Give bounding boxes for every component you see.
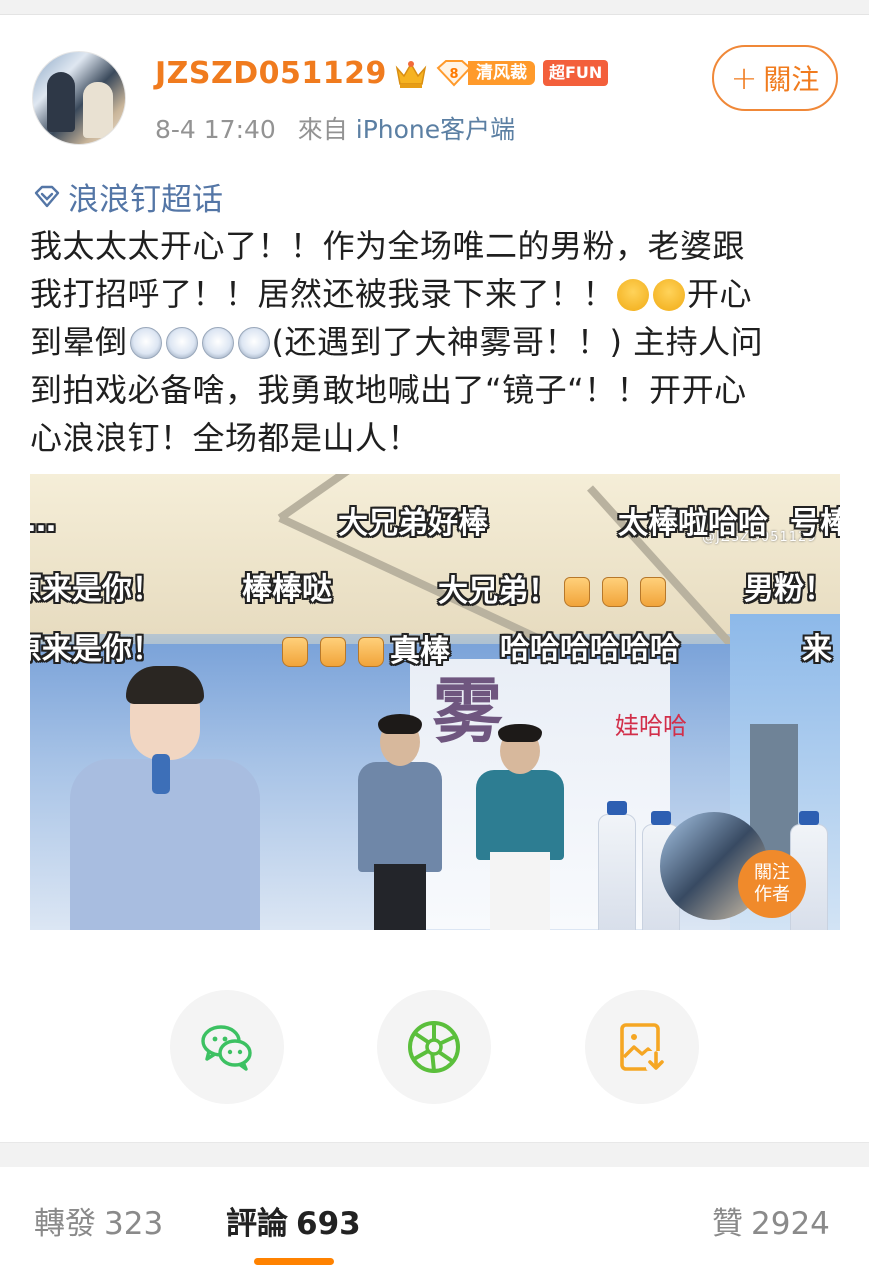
section-divider	[0, 1142, 869, 1167]
plus-icon: +	[730, 59, 758, 97]
post-text-line: 到拍戏必备啥，我勇敢地喊出了“镜子“！！开开心	[30, 371, 747, 409]
post-meta: 8-4 17:40 來自 iPhone客户端	[155, 110, 515, 146]
stage-person	[350, 714, 450, 930]
super-topic-icon	[34, 185, 60, 207]
avatar-figure	[83, 82, 113, 138]
save-image-icon	[620, 1023, 666, 1071]
post-time: 8-4 17:40	[155, 115, 276, 144]
danmaku-comment: 哈哈哈哈哈哈	[500, 632, 680, 667]
dizzy-emoji-icon	[165, 327, 198, 359]
danmaku-comment: 来	[802, 632, 832, 667]
svg-text:8: 8	[449, 67, 458, 82]
danmaku-comment: 号棒	[790, 506, 840, 541]
crown-icon	[395, 61, 427, 88]
topic-label: 浪浪钉超话	[68, 182, 223, 218]
save-image-button[interactable]	[585, 990, 699, 1104]
thumbs-up-emoji-icon	[640, 577, 666, 607]
share-moments-button[interactable]	[377, 990, 491, 1104]
level-badge[interactable]: 8 清风裁	[436, 59, 536, 87]
brand-logo: 娃哈哈	[615, 712, 687, 740]
level-badge-label: 清风裁	[468, 61, 535, 85]
danmaku-comment: …	[30, 504, 56, 539]
danmaku-comment: 大兄弟！	[438, 566, 672, 610]
danmaku-comment: 男粉！	[744, 572, 834, 607]
video-player[interactable]: 雾 娃哈哈 @JZSZD051129 … 大兄弟好棒 太棒啦哈哈 号棒 原来是你…	[30, 474, 840, 930]
comment-count: 693	[296, 1206, 361, 1242]
wechat-icon	[201, 1025, 252, 1071]
thumbs-up-emoji-icon	[564, 577, 590, 607]
share-wechat-button[interactable]	[170, 990, 284, 1104]
happy-emoji-icon	[617, 279, 650, 311]
follow-button-label: 關注	[763, 63, 820, 96]
username[interactable]: JZSZD051129	[155, 56, 387, 91]
fun-badge[interactable]: 超FUN	[543, 60, 609, 86]
tab-repost[interactable]: 轉發 323	[34, 1198, 163, 1243]
post-text: 我太太太开心了！！作为全场唯二的男粉，老婆跟 我打招呼了！！居然还被我录下来了！…	[30, 222, 835, 462]
post-text-line: 我打招呼了！！居然还被我录下来了！！ 开心	[30, 275, 753, 313]
follow-button[interactable]: + 關注	[712, 45, 838, 111]
dizzy-emoji-icon	[201, 327, 234, 359]
danmaku-comment: 棒棒哒	[242, 572, 332, 607]
like-count: 2924	[751, 1206, 830, 1242]
dizzy-emoji-icon	[237, 327, 270, 359]
dizzy-emoji-icon	[129, 327, 162, 359]
follow-author-button[interactable]: 關注 作者	[738, 850, 806, 918]
thumbs-up-emoji-icon	[602, 577, 628, 607]
post-text-line: 心浪浪钉！全场都是山人！	[30, 419, 421, 457]
topic-link[interactable]: 浪浪钉超话	[32, 174, 223, 219]
thumbs-up-emoji-icon	[358, 637, 384, 667]
moments-icon	[408, 1021, 460, 1073]
tab-comments[interactable]: 評論 693	[226, 1198, 361, 1243]
tab-likes[interactable]: 贊 2924	[712, 1198, 830, 1243]
danmaku-comment: 真棒	[276, 626, 450, 670]
thumbs-up-emoji-icon	[282, 637, 308, 667]
poster-figure	[70, 664, 260, 930]
avatar-figure	[47, 72, 75, 132]
thumbs-up-emoji-icon	[320, 637, 346, 667]
diamond-level-icon: 8	[436, 60, 472, 87]
danmaku-comment: 大兄弟好棒	[338, 506, 488, 541]
danmaku-comment: 原来是你！	[30, 632, 162, 667]
repost-count: 323	[104, 1206, 164, 1242]
post-text-line: 我太太太开心了！！作为全场唯二的男粉，老婆跟	[30, 227, 746, 265]
danmaku-comment: 太棒啦哈哈	[618, 506, 768, 541]
source-prefix: 來自	[297, 115, 348, 144]
top-divider	[0, 0, 869, 15]
avatar[interactable]	[32, 51, 126, 145]
stage-person	[470, 724, 570, 930]
happy-emoji-icon	[653, 279, 686, 311]
post-source[interactable]: iPhone客户端	[356, 115, 515, 144]
active-tab-indicator	[254, 1258, 334, 1265]
water-bottle	[598, 801, 636, 930]
danmaku-comment: 原来是你！	[30, 572, 162, 607]
post-text-line: 到晕倒 (还遇到了大神雾哥！！) 主持人问	[30, 323, 764, 361]
